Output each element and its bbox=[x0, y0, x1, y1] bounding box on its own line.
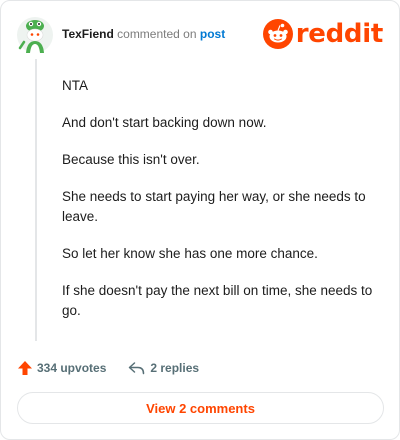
thread-line[interactable] bbox=[35, 59, 37, 341]
view-comments-button[interactable]: View 2 comments bbox=[17, 392, 384, 424]
comment-meta: TexFiend commented on post bbox=[62, 27, 225, 41]
reply-button[interactable]: 2 replies bbox=[128, 361, 199, 375]
comment-paragraph: And don't start backing down now. bbox=[62, 115, 267, 130]
comment-body: NTA And don't start backing down now. Be… bbox=[62, 76, 382, 338]
comment-paragraph: NTA bbox=[62, 78, 88, 93]
comment-card: TexFiend commented on post reddit NTA An… bbox=[0, 0, 400, 440]
avatar[interactable] bbox=[17, 17, 53, 53]
comment-paragraph: Because this isn't over. bbox=[62, 152, 200, 167]
comment-paragraph: She needs to start paying her way, or sh… bbox=[62, 189, 366, 224]
reply-count: 2 replies bbox=[150, 361, 200, 375]
snoo-avatar-icon bbox=[17, 17, 53, 53]
reddit-snoo-icon bbox=[262, 19, 293, 49]
post-link[interactable]: post bbox=[200, 27, 225, 41]
comment-actions: 334 upvotes 2 replies bbox=[17, 358, 199, 378]
upvote-arrow-icon bbox=[18, 361, 32, 375]
reddit-logo[interactable]: reddit bbox=[262, 17, 384, 51]
username[interactable]: TexFiend bbox=[62, 27, 114, 41]
upvote-count: 334 upvotes bbox=[37, 361, 107, 375]
upvote-button[interactable]: 334 upvotes bbox=[17, 360, 106, 376]
action-text: commented on bbox=[117, 27, 197, 41]
comment-paragraph: So let her know she has one more chance. bbox=[62, 246, 318, 261]
comment-header: TexFiend commented on post reddit bbox=[17, 15, 383, 55]
comment-paragraph: If she doesn't pay the next bill on time… bbox=[62, 283, 373, 318]
reddit-wordmark: reddit bbox=[295, 19, 384, 49]
reply-arrow-icon bbox=[129, 362, 145, 375]
